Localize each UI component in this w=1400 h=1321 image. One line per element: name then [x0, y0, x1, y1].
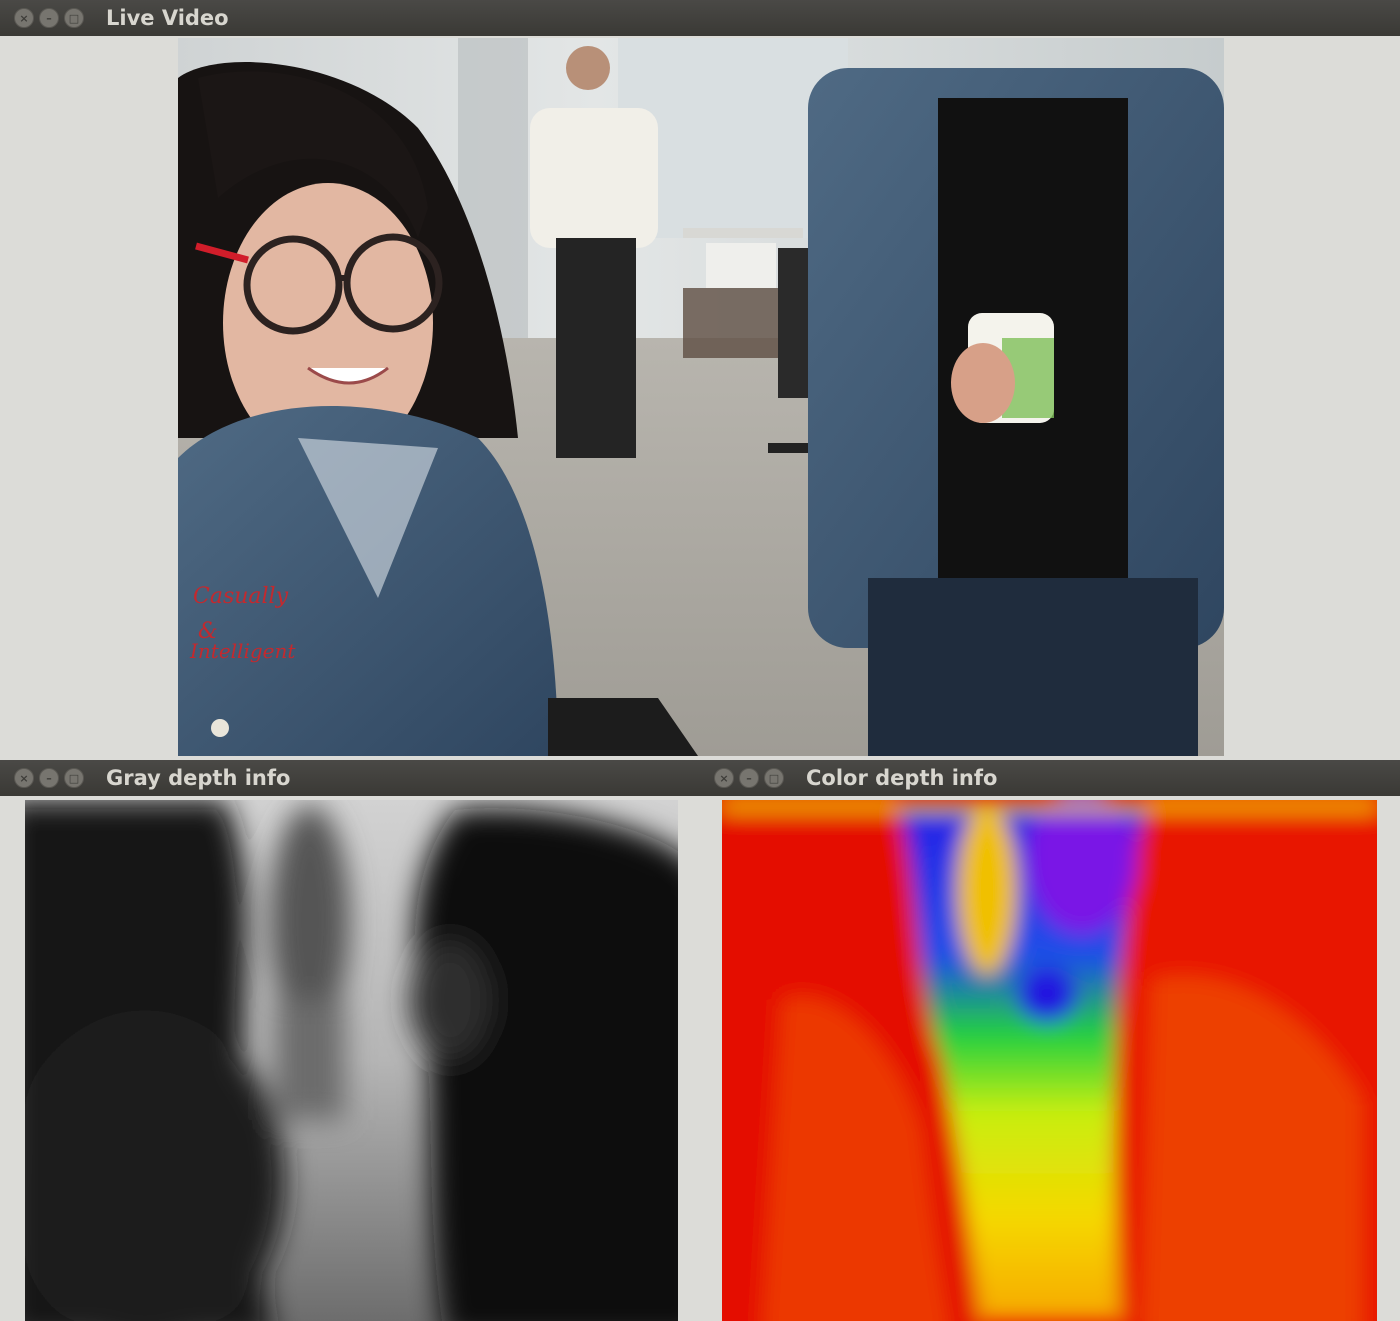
minimize-icon[interactable]: –	[39, 8, 59, 28]
maximize-icon[interactable]: □	[64, 8, 84, 28]
gray-depth-map-image	[25, 800, 678, 1321]
close-icon[interactable]: ×	[14, 768, 34, 788]
gray-depth-frame	[25, 800, 678, 1321]
color-depth-frame	[722, 800, 1377, 1321]
color-depth-map-image	[722, 800, 1377, 1321]
minimize-icon[interactable]: –	[739, 768, 759, 788]
svg-text:Casually: Casually	[193, 584, 289, 609]
gray-depth-window: × – □ Gray depth info	[0, 760, 700, 1321]
close-icon[interactable]: ×	[14, 8, 34, 28]
maximize-icon[interactable]: □	[64, 768, 84, 788]
live-video-window: × – □ Live Video Casually & Intelligent	[0, 0, 1400, 760]
close-icon[interactable]: ×	[714, 768, 734, 788]
window-title: Color depth info	[806, 766, 998, 790]
color-depth-titlebar[interactable]: × – □ Color depth info	[700, 760, 1400, 796]
office-scene-image: Casually & Intelligent	[178, 38, 1224, 756]
minimize-icon[interactable]: –	[39, 768, 59, 788]
live-video-titlebar[interactable]: × – □ Live Video	[0, 0, 1400, 36]
color-depth-window: × – □ Color depth info	[700, 760, 1400, 1321]
gray-depth-titlebar[interactable]: × – □ Gray depth info	[0, 760, 700, 796]
window-title: Live Video	[106, 6, 229, 30]
window-title: Gray depth info	[106, 766, 291, 790]
live-video-frame: Casually & Intelligent	[178, 38, 1224, 756]
maximize-icon[interactable]: □	[764, 768, 784, 788]
svg-text:Intelligent: Intelligent	[189, 639, 296, 663]
